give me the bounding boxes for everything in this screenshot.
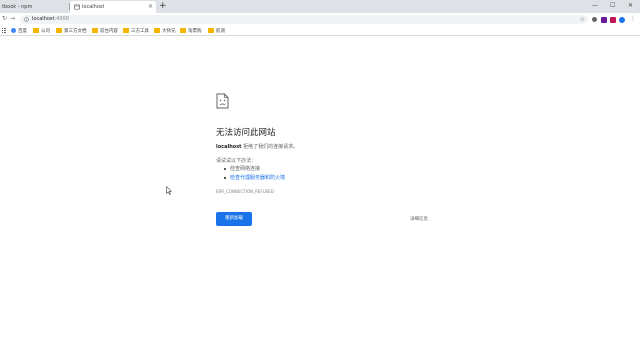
folder-icon: [123, 28, 129, 33]
folder-icon: [154, 28, 160, 33]
apps-button[interactable]: [2, 26, 8, 35]
bookmark-folder-docs[interactable]: 第三方文档: [56, 26, 87, 35]
folder-icon: [180, 28, 186, 33]
error-description: localhost 拒绝了我们的连接请求。: [216, 143, 298, 150]
tab-localhost[interactable]: localhost ×: [70, 1, 156, 13]
bookmark-label: 三方工具: [131, 28, 149, 34]
forward-icon[interactable]: →: [10, 15, 15, 23]
address-url: localhost:4000: [32, 15, 69, 24]
suggestion-text: 检查网络连接: [230, 166, 261, 172]
address-bar[interactable]: localhost:4000 ☆: [20, 14, 588, 24]
tab-close-icon[interactable]: ×: [148, 4, 153, 10]
folder-icon: [92, 28, 98, 33]
bookmark-label: 前台内容: [100, 28, 118, 34]
bookmark-label: 公司: [41, 28, 50, 34]
extension-pink-icon[interactable]: [610, 16, 616, 23]
menu-icon[interactable]: ⋮: [630, 15, 636, 23]
bookmark-folder-survey[interactable]: 航测: [208, 26, 225, 35]
bookmark-label: 大师兄: [162, 28, 176, 34]
mouse-cursor-icon: [166, 186, 172, 195]
folder-icon: [208, 28, 214, 33]
url-port: :4000: [54, 15, 69, 22]
close-window-button[interactable]: ✕: [628, 2, 633, 10]
bookmark-label: 百度: [18, 28, 27, 34]
info-icon[interactable]: [24, 16, 29, 22]
apps-icon: [2, 28, 7, 33]
sad-page-icon: [216, 93, 229, 109]
globe-icon: [11, 28, 16, 33]
bookmark-folder-tickets[interactable]: 淘票购: [180, 26, 202, 35]
extension-filter-icon[interactable]: [592, 16, 597, 22]
bookmark-label: 淘票购: [188, 28, 202, 34]
error-message: 拒绝了我们的连接请求。: [241, 144, 299, 150]
url-host: localhost: [32, 15, 55, 22]
suggestion-text[interactable]: 检查代理服务器和防火墙: [230, 174, 285, 181]
bookmark-folder-tools[interactable]: 三方工具: [123, 26, 149, 35]
error-host: localhost: [216, 144, 242, 150]
extension-purple-icon[interactable]: [601, 16, 607, 23]
try-label: 请试试以下办法：: [216, 158, 257, 164]
page-favicon-icon: [74, 4, 80, 10]
bookmark-label: 第三方文档: [64, 28, 87, 34]
bookmark-folder-dashixiong[interactable]: 大师兄: [154, 26, 176, 35]
bullet-icon: [224, 176, 226, 179]
reload-button[interactable]: 重新加载: [216, 212, 252, 226]
folder-icon: [56, 28, 62, 33]
folder-icon: [33, 28, 39, 33]
bookmark-folder-company[interactable]: 公司: [33, 26, 50, 35]
profile-avatar-icon[interactable]: [619, 16, 625, 23]
star-icon[interactable]: ☆: [580, 15, 585, 24]
error-code: ERR_CONNECTION_REFUSED: [216, 189, 274, 194]
bookmarks-bar: 百度 公司 第三方文档 前台内容 三方工具 大师兄 淘票购 航测: [0, 25, 640, 36]
error-title: 无法访问此网站: [216, 128, 276, 138]
bookmark-folder-frontend[interactable]: 前台内容: [92, 26, 118, 35]
maximize-button[interactable]: ☐: [610, 2, 615, 10]
details-button[interactable]: 详细信息: [410, 216, 428, 222]
suggestion-check-network: 检查网络连接: [224, 165, 260, 172]
bookmark-label: 航测: [216, 28, 225, 34]
suggestion-check-proxy-link[interactable]: 检查代理服务器和防火墙: [224, 174, 285, 181]
tab-strip: tbook - npm × localhost × + — ☐ ✕: [0, 0, 640, 13]
minimize-button[interactable]: —: [592, 2, 598, 10]
reload-icon[interactable]: ↻: [2, 15, 7, 23]
bullet-icon: [224, 167, 226, 170]
toolbar: ↻ → localhost:4000 ☆ ⋮: [0, 13, 640, 25]
bookmark-baidu[interactable]: 百度: [11, 26, 27, 35]
new-tab-button[interactable]: +: [159, 1, 167, 11]
tab-title: localhost: [82, 4, 105, 10]
page-content: 无法访问此网站 localhost 拒绝了我们的连接请求。 请试试以下办法： 检…: [0, 37, 640, 360]
tab-title: tbook - npm: [2, 4, 33, 10]
